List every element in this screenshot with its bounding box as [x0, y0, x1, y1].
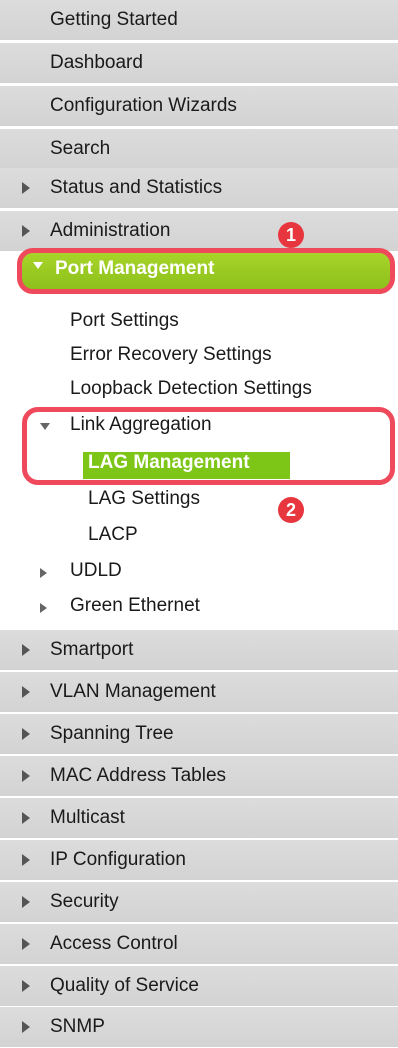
expand-arrow-icon [22, 938, 30, 950]
menu-item-label: IP Configuration [50, 849, 186, 870]
expand-arrow-icon [40, 603, 47, 613]
submenu-item-lag-settings[interactable]: LAG Settings [88, 488, 200, 510]
menu-item-label: MAC Address Tables [50, 765, 227, 786]
menu-item-label: SNMP [50, 1016, 105, 1037]
annotation-badge-2: 2 [278, 497, 304, 523]
menu-item-label: Access Control [50, 933, 178, 954]
annotation-badge-1: 1 [278, 222, 304, 248]
submenu-item-error-recovery-settings[interactable]: Error Recovery Settings [70, 344, 272, 366]
submenu-item-udld[interactable]: UDLD [70, 560, 122, 582]
expand-arrow-icon [22, 854, 30, 866]
menu-item-getting-started[interactable]: Getting Started [0, 0, 398, 41]
expand-arrow-icon [22, 644, 30, 656]
expand-arrow-icon [22, 980, 30, 992]
menu-item-label: Security [50, 891, 119, 912]
expand-arrow-icon [22, 225, 30, 237]
expand-arrow-icon [22, 728, 30, 740]
menu-item-multicast[interactable]: Multicast [0, 798, 398, 839]
menu-item-spanning-tree[interactable]: Spanning Tree [0, 714, 398, 755]
expand-arrow-icon [22, 182, 30, 194]
menu-item-security[interactable]: Security [0, 882, 398, 923]
menu-item-label: Smartport [50, 639, 134, 660]
menu-item-quality-of-service[interactable]: Quality of Service [0, 966, 398, 1007]
menu-item-label: Status and Statistics [50, 177, 223, 198]
submenu-item-lacp[interactable]: LACP [88, 524, 138, 546]
menu-item-access-control[interactable]: Access Control [0, 924, 398, 965]
expand-arrow-icon [22, 812, 30, 824]
menu-item-dashboard[interactable]: Dashboard [0, 43, 398, 84]
menu-item-label: Spanning Tree [50, 723, 174, 744]
menu-item-label: Dashboard [50, 52, 143, 73]
submenu-item-green-ethernet[interactable]: Green Ethernet [70, 595, 200, 617]
menu-item-status-and-statistics[interactable]: Status and Statistics [0, 168, 398, 209]
menu-item-smartport[interactable]: Smartport [0, 630, 398, 671]
menu-item-search[interactable]: Search [0, 129, 398, 170]
menu-item-ip-configuration[interactable]: IP Configuration [0, 840, 398, 881]
menu-item-label: Administration [50, 220, 171, 241]
annotation-highlight-link-aggregation [22, 407, 395, 485]
submenu-item-port-settings[interactable]: Port Settings [70, 310, 179, 332]
menu-item-snmp[interactable]: SNMP [0, 1007, 398, 1048]
expand-arrow-icon [22, 686, 30, 698]
menu-item-label: Quality of Service [50, 975, 199, 996]
expand-arrow-icon [22, 896, 30, 908]
expand-arrow-icon [22, 770, 30, 782]
annotation-highlight-port-management [17, 248, 395, 294]
menu-item-label: Getting Started [50, 9, 178, 30]
menu-item-administration[interactable]: Administration [0, 211, 398, 252]
menu-item-configuration-wizards[interactable]: Configuration Wizards [0, 86, 398, 127]
expand-arrow-icon [22, 1021, 30, 1033]
expand-arrow-icon [40, 568, 47, 578]
menu-item-mac-address-tables[interactable]: MAC Address Tables [0, 756, 398, 797]
menu-item-label: Multicast [50, 807, 125, 828]
menu-item-vlan-management[interactable]: VLAN Management [0, 672, 398, 713]
menu-item-label: VLAN Management [50, 681, 216, 702]
submenu-item-loopback-detection-settings[interactable]: Loopback Detection Settings [70, 378, 312, 400]
menu-item-label: Configuration Wizards [50, 95, 237, 116]
menu-item-label: Search [50, 138, 111, 159]
